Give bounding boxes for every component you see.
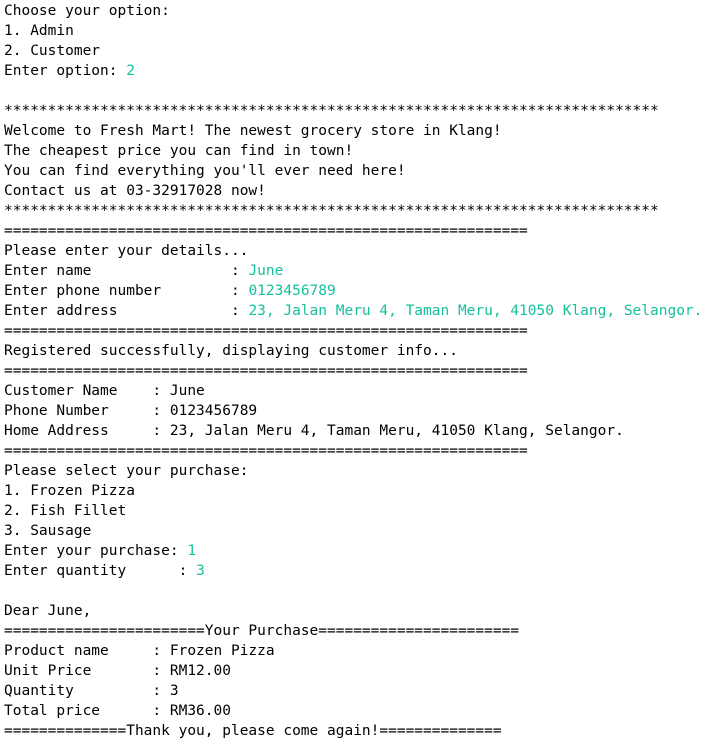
console-output-text: Unit Price : RM12.00 (4, 663, 231, 679)
console-output-text: Enter name : (4, 263, 249, 279)
console-line: 2. Fish Fillet (4, 501, 126, 521)
console-line: 3. Sausage (4, 521, 91, 541)
console-output-text: Customer Name : June (4, 383, 205, 399)
console-output-text: Welcome to Fresh Mart! The newest grocer… (4, 123, 502, 139)
console-line: Enter your purchase: 1 (4, 541, 196, 561)
console-output-text: Phone Number : 0123456789 (4, 403, 258, 419)
console-line: Quantity : 3 (4, 681, 179, 701)
console-line: Unit Price : RM12.00 (4, 661, 231, 681)
console-output-text: Enter address : (4, 303, 249, 319)
console-line: You can find everything you'll ever need… (4, 161, 406, 181)
console-line: ==============Thank you, please come aga… (4, 721, 502, 741)
console-line: Enter phone number : 0123456789 (4, 281, 336, 301)
console-line: =======================Your Purchase====… (4, 621, 519, 641)
console-line: ****************************************… (4, 201, 659, 221)
console-output-text: You can find everything you'll ever need… (4, 163, 406, 179)
console-line: ========================================… (4, 441, 528, 461)
console-line: Please select your purchase: (4, 461, 248, 481)
console-output-text: Choose your option: (4, 3, 170, 19)
console-line: The cheapest price you can find in town! (4, 141, 353, 161)
console-output-text: Product name : Frozen Pizza (4, 643, 275, 659)
console-output-text: Please enter your details... (4, 243, 249, 259)
console-line: 1. Frozen Pizza (4, 481, 135, 501)
console-output-text: Registered successfully, displaying cust… (4, 343, 458, 359)
console-user-input: 23, Jalan Meru 4, Taman Meru, 41050 Klan… (248, 303, 703, 319)
console-output-text: ****************************************… (4, 103, 659, 119)
console-line: ========================================… (4, 321, 528, 341)
console-output-text: ========================================… (4, 223, 528, 239)
console-output-text: Enter your purchase: (4, 543, 188, 559)
console-line: Registered successfully, displaying cust… (4, 341, 458, 361)
console-output-text: Home Address : 23, Jalan Meru 4, Taman M… (4, 423, 624, 439)
console-window[interactable]: Choose your option: 1. Admin 2. Customer En… (0, 0, 706, 744)
console-output-text: Total price : RM36.00 (4, 703, 231, 719)
console-output-text: Enter phone number : (4, 283, 249, 299)
console-output-text: 1. Frozen Pizza (4, 483, 135, 499)
console-user-input: 3 (196, 563, 205, 579)
console-output-text: ========================================… (4, 363, 528, 379)
console-line: Customer Name : June (4, 381, 205, 401)
console-line: ****************************************… (4, 101, 659, 121)
console-line: Welcome to Fresh Mart! The newest grocer… (4, 121, 502, 141)
console-output-text: Please select your purchase: (4, 463, 249, 479)
console-user-input: 0123456789 (248, 283, 336, 299)
console-output-text: ========================================… (4, 323, 528, 339)
console-line: Contact us at 03-32917028 now! (4, 181, 266, 201)
console-line: 1. Admin (4, 21, 74, 41)
console-line: Choose your option: (4, 1, 170, 21)
console-line: Total price : RM36.00 (4, 701, 231, 721)
console-line: 2. Customer (4, 41, 100, 61)
console-line: Enter quantity : 3 (4, 561, 205, 581)
console-line: Product name : Frozen Pizza (4, 641, 275, 661)
console-line: Phone Number : 0123456789 (4, 401, 257, 421)
console-line: Enter option: 2 (4, 61, 135, 81)
console-output-text: Quantity : 3 (4, 683, 179, 699)
console-line: Enter address : 23, Jalan Meru 4, Taman … (4, 301, 702, 321)
console-line: Dear June, (4, 601, 91, 621)
console-output-text: 3. Sausage (4, 523, 92, 539)
console-output-text: Contact us at 03-32917028 now! (4, 183, 266, 199)
console-output-text: 1. Admin (4, 23, 74, 39)
console-output-text: Enter option: (4, 63, 127, 79)
console-user-input: 1 (187, 543, 197, 559)
console-output-text: =======================Your Purchase====… (4, 623, 520, 639)
console-output-text: ==============Thank you, please come aga… (4, 723, 502, 739)
console-output-text: ****************************************… (4, 203, 659, 219)
console-user-input: 2 (126, 63, 135, 79)
console-output-text: 2. Fish Fillet (4, 503, 127, 519)
console-line: Please enter your details... (4, 241, 248, 261)
console-output-text: Enter quantity : (4, 563, 197, 579)
console-output-text: ========================================… (4, 443, 528, 459)
console-output-text: Dear June, (4, 603, 92, 619)
console-line: Enter name : June (4, 261, 283, 281)
console-line: ========================================… (4, 221, 528, 241)
console-line: ========================================… (4, 361, 528, 381)
console-output-text: 2. Customer (4, 43, 101, 59)
console-line: Home Address : 23, Jalan Meru 4, Taman M… (4, 421, 624, 441)
console-output-text: The cheapest price you can find in town! (4, 143, 354, 159)
console-user-input: June (248, 263, 284, 279)
